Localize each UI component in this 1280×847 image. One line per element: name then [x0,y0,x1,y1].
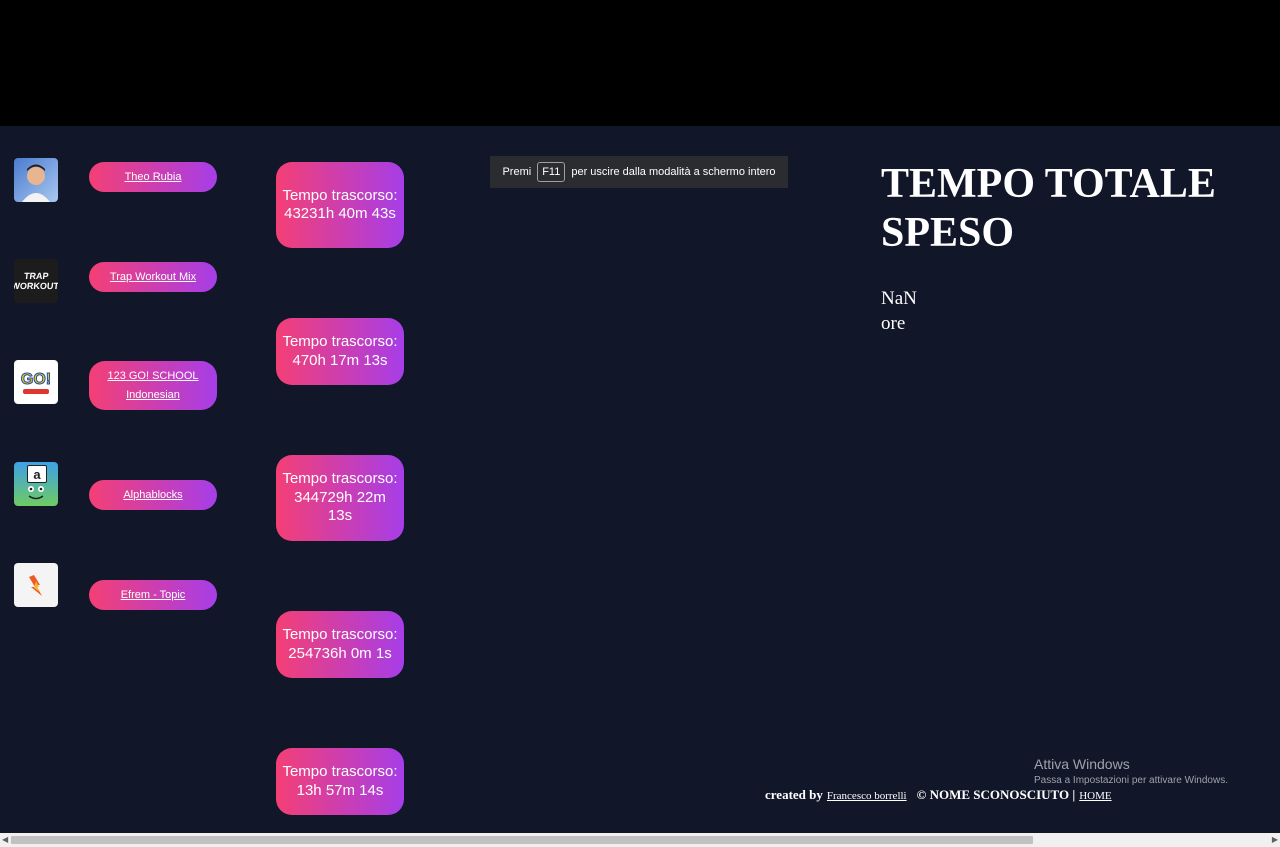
trap-workout-avatar[interactable]: TRAP WORKOUT [14,259,58,303]
channel-link-123-go-school[interactable]: 123 GO! SCHOOL Indonesian [103,367,203,405]
school-banner-icon [23,388,49,394]
total-value-number: NaN [881,288,917,309]
channel-pill: Trap Workout Mix [89,262,217,292]
time-spent-box: Tempo trascorso: 344729h 22m 13s [276,455,404,541]
fullscreen-exit-notice: Premi F11 per uscire dalla modalità a sc… [490,156,788,188]
channel-pill: Efrem - Topic [89,580,217,610]
avatar-workout-text: WORKOUT [14,281,58,291]
total-time-title: TEMPO TOTALE SPESO [881,161,1216,256]
time-spent-box: Tempo trascorso: 13h 57m 14s [276,748,404,815]
watermark-subtitle: Passa a Impostazioni per attivare Window… [1034,775,1228,786]
author-link[interactable]: Francesco borrelli [827,790,907,802]
alphablocks-avatar[interactable]: a [14,462,58,506]
total-time-value: NaN ore [881,286,917,336]
horizontal-scrollbar[interactable]: ◀ ▶ [0,833,1280,847]
scrollbar-thumb[interactable] [11,836,1033,844]
channel-link-theo-rubia[interactable]: Theo Rubia [125,168,182,187]
channel-link-trap-workout-mix[interactable]: Trap Workout Mix [110,268,196,287]
avatar-trap-text: TRAP [23,271,50,281]
copyright-text: © NOME SCONOSCIUTO | [916,787,1076,802]
123-go-school-avatar[interactable]: GO! [14,360,58,404]
scroll-left-arrow-icon[interactable]: ◀ [2,835,8,844]
channel-pill: Alphablocks [89,480,217,510]
notice-suffix: per uscire dalla modalità a schermo inte… [571,166,776,178]
time-spent-box: Tempo trascorso: 254736h 0m 1s [276,611,404,678]
alphablock-face-icon [28,486,44,500]
channel-pill: 123 GO! SCHOOL Indonesian [89,361,217,410]
notice-prefix: Premi [502,166,532,178]
time-spent-box: Tempo trascorso: 43231h 40m 43s [276,162,404,248]
person-photo-icon [22,164,50,202]
scroll-right-arrow-icon[interactable]: ▶ [1272,835,1278,844]
browser-top-bar [0,0,1280,126]
phoenix-icon [29,575,42,596]
channel-link-alphablocks[interactable]: Alphablocks [123,486,182,505]
created-by-label: created by [765,787,823,802]
channel-pill: Theo Rubia [89,162,217,192]
efrem-topic-avatar[interactable] [14,563,58,607]
total-value-unit: ore [881,313,906,334]
f11-key-badge: F11 [537,162,566,182]
page-footer: created by Francesco borrelli © NOME SCO… [765,787,1112,803]
channel-link-efrem-topic[interactable]: Efrem - Topic [121,586,186,605]
watermark-title: Attiva Windows [1034,756,1130,772]
time-spent-box: Tempo trascorso: 470h 17m 13s [276,318,404,385]
theo-rubia-avatar[interactable] [14,158,58,202]
home-link[interactable]: HOME [1079,790,1111,802]
avatar-go-text: GO! [20,370,52,388]
windows-activation-watermark: Attiva Windows Passa a Impostazioni per … [1034,755,1228,788]
